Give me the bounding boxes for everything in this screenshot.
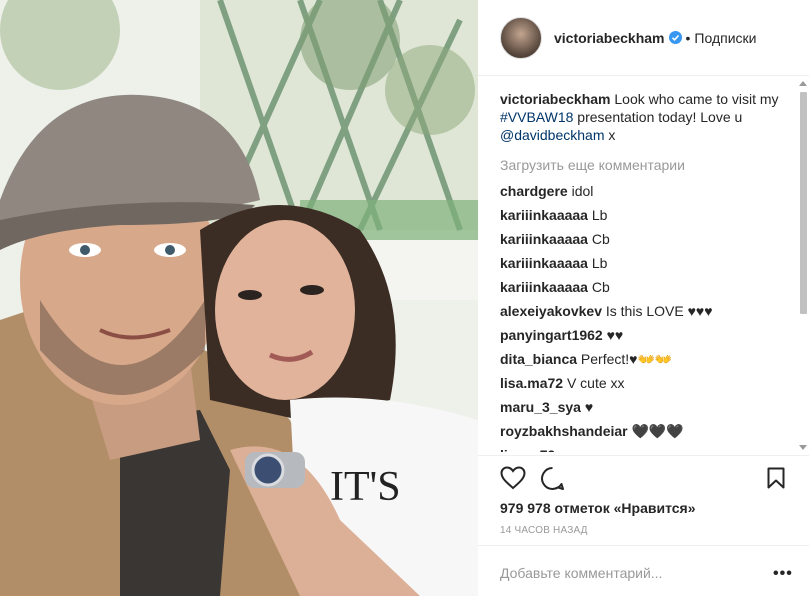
separator-dot: • — [685, 29, 691, 46]
comment-username[interactable]: kariiinkaaaaa — [500, 231, 588, 247]
comment-username[interactable]: chardgere — [500, 183, 568, 199]
add-comment-input[interactable] — [500, 560, 750, 586]
post-side-panel: victoriabeckham • Подписки victoriabeckh… — [478, 0, 809, 596]
comment-username[interactable]: lisa_p72 — [500, 447, 555, 452]
caption-username[interactable]: victoriabeckham — [500, 91, 611, 107]
caption-mention[interactable]: @davidbeckham — [500, 127, 605, 143]
post-header: victoriabeckham • Подписки — [478, 0, 809, 76]
comment-text: Lb — [591, 255, 608, 271]
comment-text: ♥ — [584, 399, 594, 415]
verified-badge-icon — [668, 31, 682, 44]
caption-text: presentation today! Love u — [573, 109, 743, 125]
post-photo-illustration: IT'S — [0, 0, 478, 596]
caption-text: Look who came to visit my — [610, 91, 779, 107]
scroll-down-arrow-icon[interactable] — [799, 445, 807, 450]
bookmark-icon[interactable] — [767, 467, 785, 489]
caption-hashtag[interactable]: #VVBAW18 — [500, 109, 573, 125]
comment-box-divider — [478, 545, 809, 546]
comment-item: kariiinkaaaaa Cb — [500, 230, 790, 254]
comment-text: Cb — [591, 279, 610, 295]
comment-item: alexeiyakovkev Is this LOVE ♥♥♥ — [500, 302, 790, 326]
scrollbar-thumb[interactable] — [800, 92, 807, 314]
comments-list[interactable]: victoriabeckham Look who came to visit m… — [500, 90, 790, 452]
comment-item: dita_bianca Perfect!♥👐👐 — [500, 350, 790, 374]
likes-count[interactable]: 979 978 отметок «Нравится» — [500, 500, 696, 516]
comment-text: V cute xx — [566, 375, 625, 391]
svg-text:IT'S: IT'S — [330, 464, 401, 510]
comment-text: Cb — [591, 231, 610, 247]
comment-item: lisa_p72 ♥ — [500, 446, 790, 452]
actions-divider — [478, 455, 809, 457]
avatar[interactable] — [500, 16, 542, 59]
follow-button[interactable]: Подписки — [694, 30, 756, 46]
post-timestamp[interactable]: 14 ЧАСОВ НАЗАД — [500, 525, 588, 536]
comment-item: panyingart1962 ♥♥ — [500, 326, 790, 350]
load-more-comments[interactable]: Загрузить еще комментарии — [500, 156, 790, 174]
comment-item: royzbakhshandeiar 🖤🖤🖤 — [500, 422, 790, 446]
comment-text: ♥ — [559, 447, 567, 452]
comment-text: 🖤🖤🖤 — [631, 423, 684, 439]
comments-scrollbar[interactable] — [798, 78, 808, 453]
comment-text: Lb — [591, 207, 608, 223]
comment-text: Perfect!♥👐👐 — [580, 351, 673, 367]
comment-item: lisa.ma72 V cute xx — [500, 374, 790, 398]
comment-username[interactable]: kariiinkaaaaa — [500, 207, 588, 223]
author-username[interactable]: victoriabeckham — [554, 30, 665, 46]
comment-icon[interactable] — [540, 466, 565, 491]
post-photo[interactable]: IT'S — [0, 0, 478, 596]
more-options-button[interactable]: ••• — [773, 565, 793, 583]
comment-text: idol — [571, 183, 594, 199]
post-caption: victoriabeckham Look who came to visit m… — [500, 90, 790, 144]
comment-username[interactable]: maru_3_sya — [500, 399, 581, 415]
comment-username[interactable]: royzbakhshandeiar — [500, 423, 628, 439]
caption-text: x — [604, 127, 616, 143]
comment-text: Is this LOVE ♥♥♥ — [605, 303, 713, 319]
comment-item: kariiinkaaaaa Cb — [500, 278, 790, 302]
comment-item: kariiinkaaaaa Lb — [500, 254, 790, 278]
comment-username[interactable]: lisa.ma72 — [500, 375, 563, 391]
comment-text: ♥♥ — [606, 327, 624, 343]
heart-icon[interactable] — [500, 466, 526, 490]
comment-item: kariiinkaaaaa Lb — [500, 206, 790, 230]
comment-item: chardgere idol — [500, 182, 790, 206]
comment-username[interactable]: panyingart1962 — [500, 327, 603, 343]
comment-username[interactable]: alexeiyakovkev — [500, 303, 602, 319]
scroll-up-arrow-icon[interactable] — [799, 81, 807, 86]
comment-username[interactable]: dita_bianca — [500, 351, 577, 367]
comment-username[interactable]: kariiinkaaaaa — [500, 255, 588, 271]
comment-item: maru_3_sya ♥ — [500, 398, 790, 422]
comment-username[interactable]: kariiinkaaaaa — [500, 279, 588, 295]
